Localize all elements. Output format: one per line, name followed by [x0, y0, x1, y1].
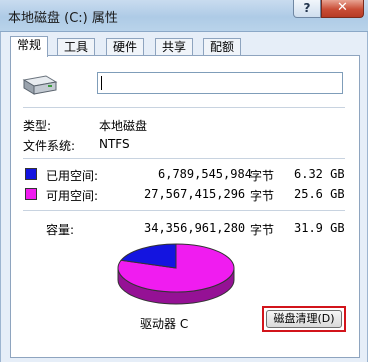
- separator: [23, 210, 345, 211]
- tab-general[interactable]: 常规: [10, 36, 49, 57]
- used-space-swatch: [25, 168, 37, 180]
- free-space-unit: 字节: [250, 189, 275, 203]
- text-caret: [101, 76, 102, 90]
- tab-hardware[interactable]: 硬件: [106, 38, 145, 56]
- filesystem-label: 文件系统:: [23, 139, 76, 153]
- used-space-bytes: 6,789,545,984: [158, 167, 252, 181]
- tab-sharing[interactable]: 共享: [155, 38, 194, 56]
- volume-name-input[interactable]: [97, 72, 343, 94]
- help-button[interactable]: ?: [293, 0, 321, 18]
- type-value: 本地磁盘: [99, 119, 148, 133]
- hard-drive-icon: [22, 75, 58, 95]
- capacity-bytes: 34,356,961,280: [144, 221, 246, 235]
- close-button[interactable]: ✕: [321, 0, 364, 18]
- drive-label: 驱动器 C: [140, 317, 189, 331]
- separator: [23, 158, 345, 159]
- tab-tools[interactable]: 工具: [57, 38, 96, 56]
- title-bar[interactable]: 本地磁盘 (C:) 属性 ? ✕: [0, 0, 368, 32]
- window-title: 本地磁盘 (C:) 属性: [8, 11, 118, 26]
- capacity-size: 31.9 GB: [294, 221, 345, 235]
- used-space-unit: 字节: [250, 169, 275, 183]
- type-label: 类型:: [23, 119, 52, 133]
- disk-cleanup-button[interactable]: 磁盘清理(D): [266, 310, 342, 328]
- used-space-label: 已用空间:: [46, 169, 99, 183]
- disk-usage-pie: [117, 243, 235, 305]
- filesystem-value: NTFS: [99, 137, 130, 151]
- free-space-swatch: [25, 188, 37, 200]
- free-space-label: 可用空间:: [46, 189, 99, 203]
- capacity-unit: 字节: [250, 223, 275, 237]
- used-space-size: 6.32 GB: [294, 167, 345, 181]
- free-space-bytes: 27,567,415,296: [144, 187, 246, 201]
- separator: [23, 107, 345, 108]
- cleanup-highlight: 磁盘清理(D): [262, 306, 346, 332]
- tab-quota[interactable]: 配额: [203, 38, 242, 56]
- capacity-label: 容量:: [46, 223, 75, 237]
- free-space-size: 25.6 GB: [294, 187, 345, 201]
